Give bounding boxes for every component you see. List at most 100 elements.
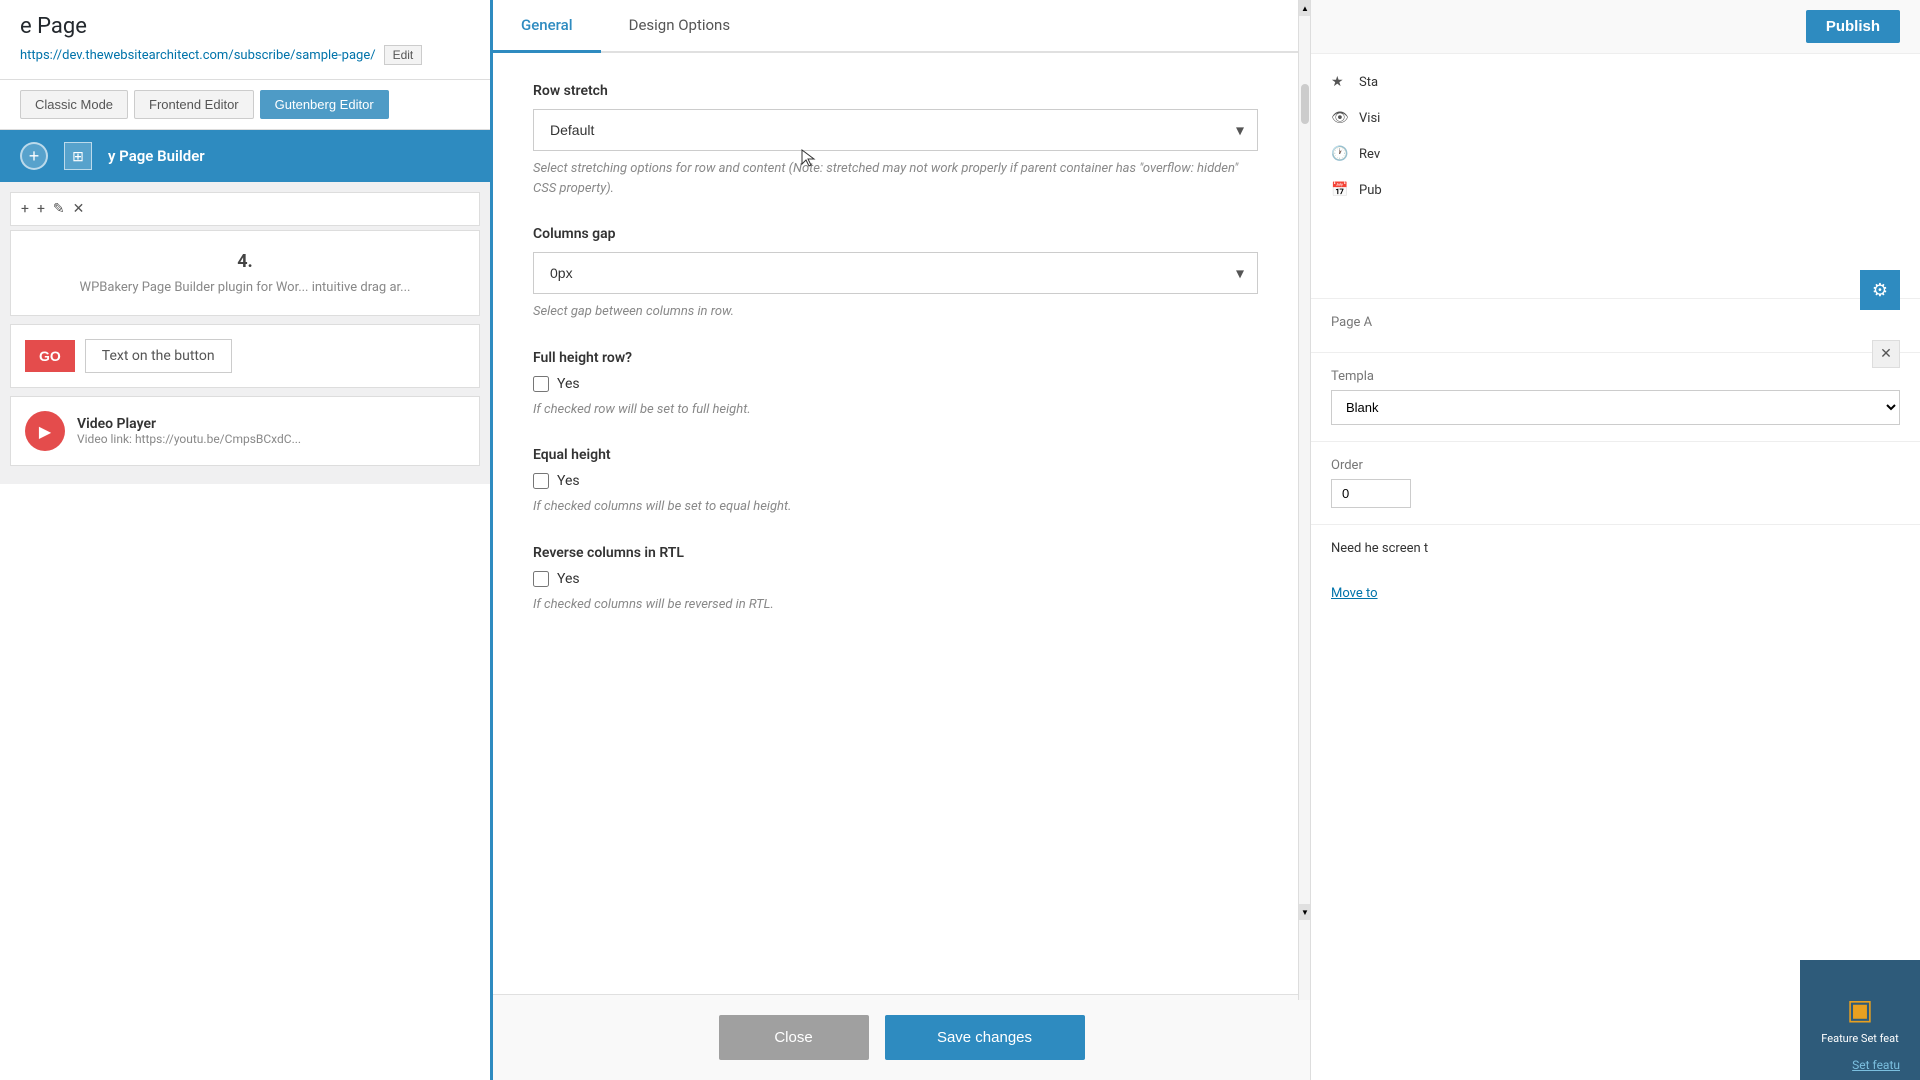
edit-button[interactable]: Edit: [384, 45, 423, 65]
order-section: Order: [1311, 441, 1920, 524]
columns-gap-label: Columns gap: [533, 226, 1258, 242]
right-panel: Publish ★ Sta 👁 Visi 🕐 Rev 📅 Pub ⚙ ✕ Pag…: [1310, 0, 1920, 1080]
video-info: Video Player Video link: https://youtu.b…: [77, 416, 301, 446]
go-button[interactable]: GO: [25, 340, 75, 372]
delete-row-icon[interactable]: ✕: [73, 201, 85, 217]
page-attributes-section: Page A: [1311, 298, 1920, 352]
template-section: Templa Blank: [1311, 352, 1920, 441]
equal-height-group: Equal height Yes If checked columns will…: [533, 447, 1258, 517]
order-input[interactable]: [1331, 479, 1411, 508]
builder-content: + + ✎ ✕ 4. WPBakery Page Builder plugin …: [0, 182, 490, 484]
video-subtitle: Video link: https://youtu.be/CmpsBCxdC..…: [77, 432, 301, 446]
gear-button[interactable]: ⚙: [1860, 270, 1900, 310]
tab-frontend-editor[interactable]: Frontend Editor: [134, 90, 254, 119]
reverse-columns-label: Reverse columns in RTL: [533, 545, 1258, 561]
equal-height-label: Equal height: [533, 447, 1258, 463]
reverse-columns-checkbox-group: Yes: [533, 571, 1258, 587]
tab-general[interactable]: General: [493, 0, 601, 53]
equal-height-checkbox[interactable]: [533, 473, 549, 489]
equal-height-checkbox-group: Yes: [533, 473, 1258, 489]
left-panel: e Page https://dev.thewebsitearchitect.c…: [0, 0, 490, 1080]
add-row-icon[interactable]: +: [21, 201, 29, 217]
revisions-menu-item[interactable]: 🕐 Rev: [1311, 136, 1920, 172]
note-text: Need he screen t: [1331, 541, 1900, 556]
builder-title: y Page Builder: [108, 147, 205, 165]
page-attributes-title: Page A: [1331, 315, 1900, 330]
template-label: Templa: [1331, 369, 1900, 384]
publish-button[interactable]: Publish: [1806, 10, 1900, 43]
full-height-row-label: Full height row?: [533, 350, 1258, 366]
template-select[interactable]: Blank: [1331, 390, 1900, 425]
note-section: Need he screen t: [1311, 524, 1920, 572]
wpbakery-text: WPBakery Page Builder plugin for Wor... …: [31, 280, 459, 295]
row-stretch-select[interactable]: Default Full width Full width content Fu…: [533, 109, 1258, 151]
plus-icon[interactable]: +: [37, 201, 45, 217]
full-height-row-checkbox-group: Yes: [533, 376, 1258, 392]
row-toolbar: + + ✎ ✕: [10, 192, 480, 226]
edit-row-icon[interactable]: ✎: [53, 201, 65, 217]
modal-scrollbar[interactable]: ▲ ▼: [1298, 0, 1310, 1000]
tab-gutenberg-editor[interactable]: Gutenberg Editor: [260, 90, 389, 119]
equal-height-hint: If checked columns will be set to equal …: [533, 497, 1258, 517]
editor-tabs: Classic Mode Frontend Editor Gutenberg E…: [0, 80, 490, 130]
full-height-row-group: Full height row? Yes If checked row will…: [533, 350, 1258, 420]
full-height-row-checkbox-label[interactable]: Yes: [557, 376, 580, 392]
columns-gap-hint: Select gap between columns in row.: [533, 302, 1258, 322]
feature-set-icon: ▣: [1847, 993, 1873, 1026]
modal-footer: Close Save changes: [493, 994, 1310, 1080]
status-menu-item[interactable]: ★ Sta: [1311, 64, 1920, 100]
published-label: Pub: [1359, 183, 1382, 198]
columns-gap-select[interactable]: 0px 5px 10px 20px 30px: [533, 252, 1258, 294]
builder-header: + ⊞ y Page Builder: [0, 130, 490, 182]
move-to-link[interactable]: Move to: [1331, 586, 1378, 601]
modal-overlay: General Design Options ▲ ▼ Row stretch D…: [490, 0, 1310, 1080]
revisions-icon: 🕐: [1331, 146, 1349, 162]
order-label: Order: [1331, 458, 1900, 473]
columns-gap-group: Columns gap 0px 5px 10px 20px 30px Selec…: [533, 226, 1258, 322]
visibility-icon: 👁: [1331, 110, 1349, 126]
right-top-bar: Publish: [1311, 0, 1920, 54]
row-stretch-hint: Select stretching options for row and co…: [533, 159, 1258, 198]
content-block: 4. WPBakery Page Builder plugin for Wor.…: [10, 230, 480, 316]
button-block: GO Text on the button: [10, 324, 480, 388]
row-stretch-select-wrapper: Default Full width Full width content Fu…: [533, 109, 1258, 151]
visibility-label: Visi: [1359, 111, 1380, 126]
full-height-row-hint: If checked row will be set to full heigh…: [533, 400, 1258, 420]
published-icon: 📅: [1331, 182, 1349, 198]
feature-set-text: Feature Set feat: [1821, 1032, 1898, 1046]
add-element-button[interactable]: +: [20, 142, 48, 170]
tab-classic-mode[interactable]: Classic Mode: [20, 90, 128, 119]
close-button[interactable]: Close: [719, 1015, 869, 1060]
reverse-columns-group: Reverse columns in RTL Yes If checked co…: [533, 545, 1258, 615]
revisions-label: Rev: [1359, 147, 1380, 162]
reverse-columns-checkbox[interactable]: [533, 571, 549, 587]
video-play-button[interactable]: ▶: [25, 411, 65, 451]
full-height-row-checkbox[interactable]: [533, 376, 549, 392]
page-url-link[interactable]: https://dev.thewebsitearchitect.com/subs…: [20, 48, 376, 63]
right-menu-items: ★ Sta 👁 Visi 🕐 Rev 📅 Pub: [1311, 54, 1920, 218]
set-feature-link[interactable]: Set featu: [1852, 1058, 1900, 1072]
layout-button[interactable]: ⊞: [64, 142, 92, 170]
close-icon-button[interactable]: ✕: [1872, 340, 1900, 368]
scroll-thumb[interactable]: [1301, 84, 1309, 124]
modal-body: Row stretch Default Full width Full widt…: [493, 53, 1298, 994]
row-stretch-label: Row stretch: [533, 83, 1258, 99]
video-block: ▶ Video Player Video link: https://youtu…: [10, 396, 480, 466]
content-number: 4.: [31, 251, 459, 272]
save-changes-button[interactable]: Save changes: [885, 1015, 1085, 1060]
url-bar: https://dev.thewebsitearchitect.com/subs…: [20, 45, 470, 65]
equal-height-checkbox-label[interactable]: Yes: [557, 473, 580, 489]
reverse-columns-checkbox-label[interactable]: Yes: [557, 571, 580, 587]
video-title: Video Player: [77, 416, 301, 432]
row-stretch-group: Row stretch Default Full width Full widt…: [533, 83, 1258, 198]
button-text-label: Text on the button: [85, 339, 232, 373]
reverse-columns-hint: If checked columns will be reversed in R…: [533, 595, 1258, 615]
visibility-menu-item[interactable]: 👁 Visi: [1311, 100, 1920, 136]
modal-tabs: General Design Options: [493, 0, 1310, 53]
page-title: e Page: [20, 14, 470, 39]
page-title-bar: e Page https://dev.thewebsitearchitect.c…: [0, 0, 490, 80]
tab-design-options[interactable]: Design Options: [601, 0, 759, 53]
status-label: Sta: [1359, 75, 1378, 90]
published-menu-item[interactable]: 📅 Pub: [1311, 172, 1920, 208]
status-icon: ★: [1331, 74, 1349, 90]
